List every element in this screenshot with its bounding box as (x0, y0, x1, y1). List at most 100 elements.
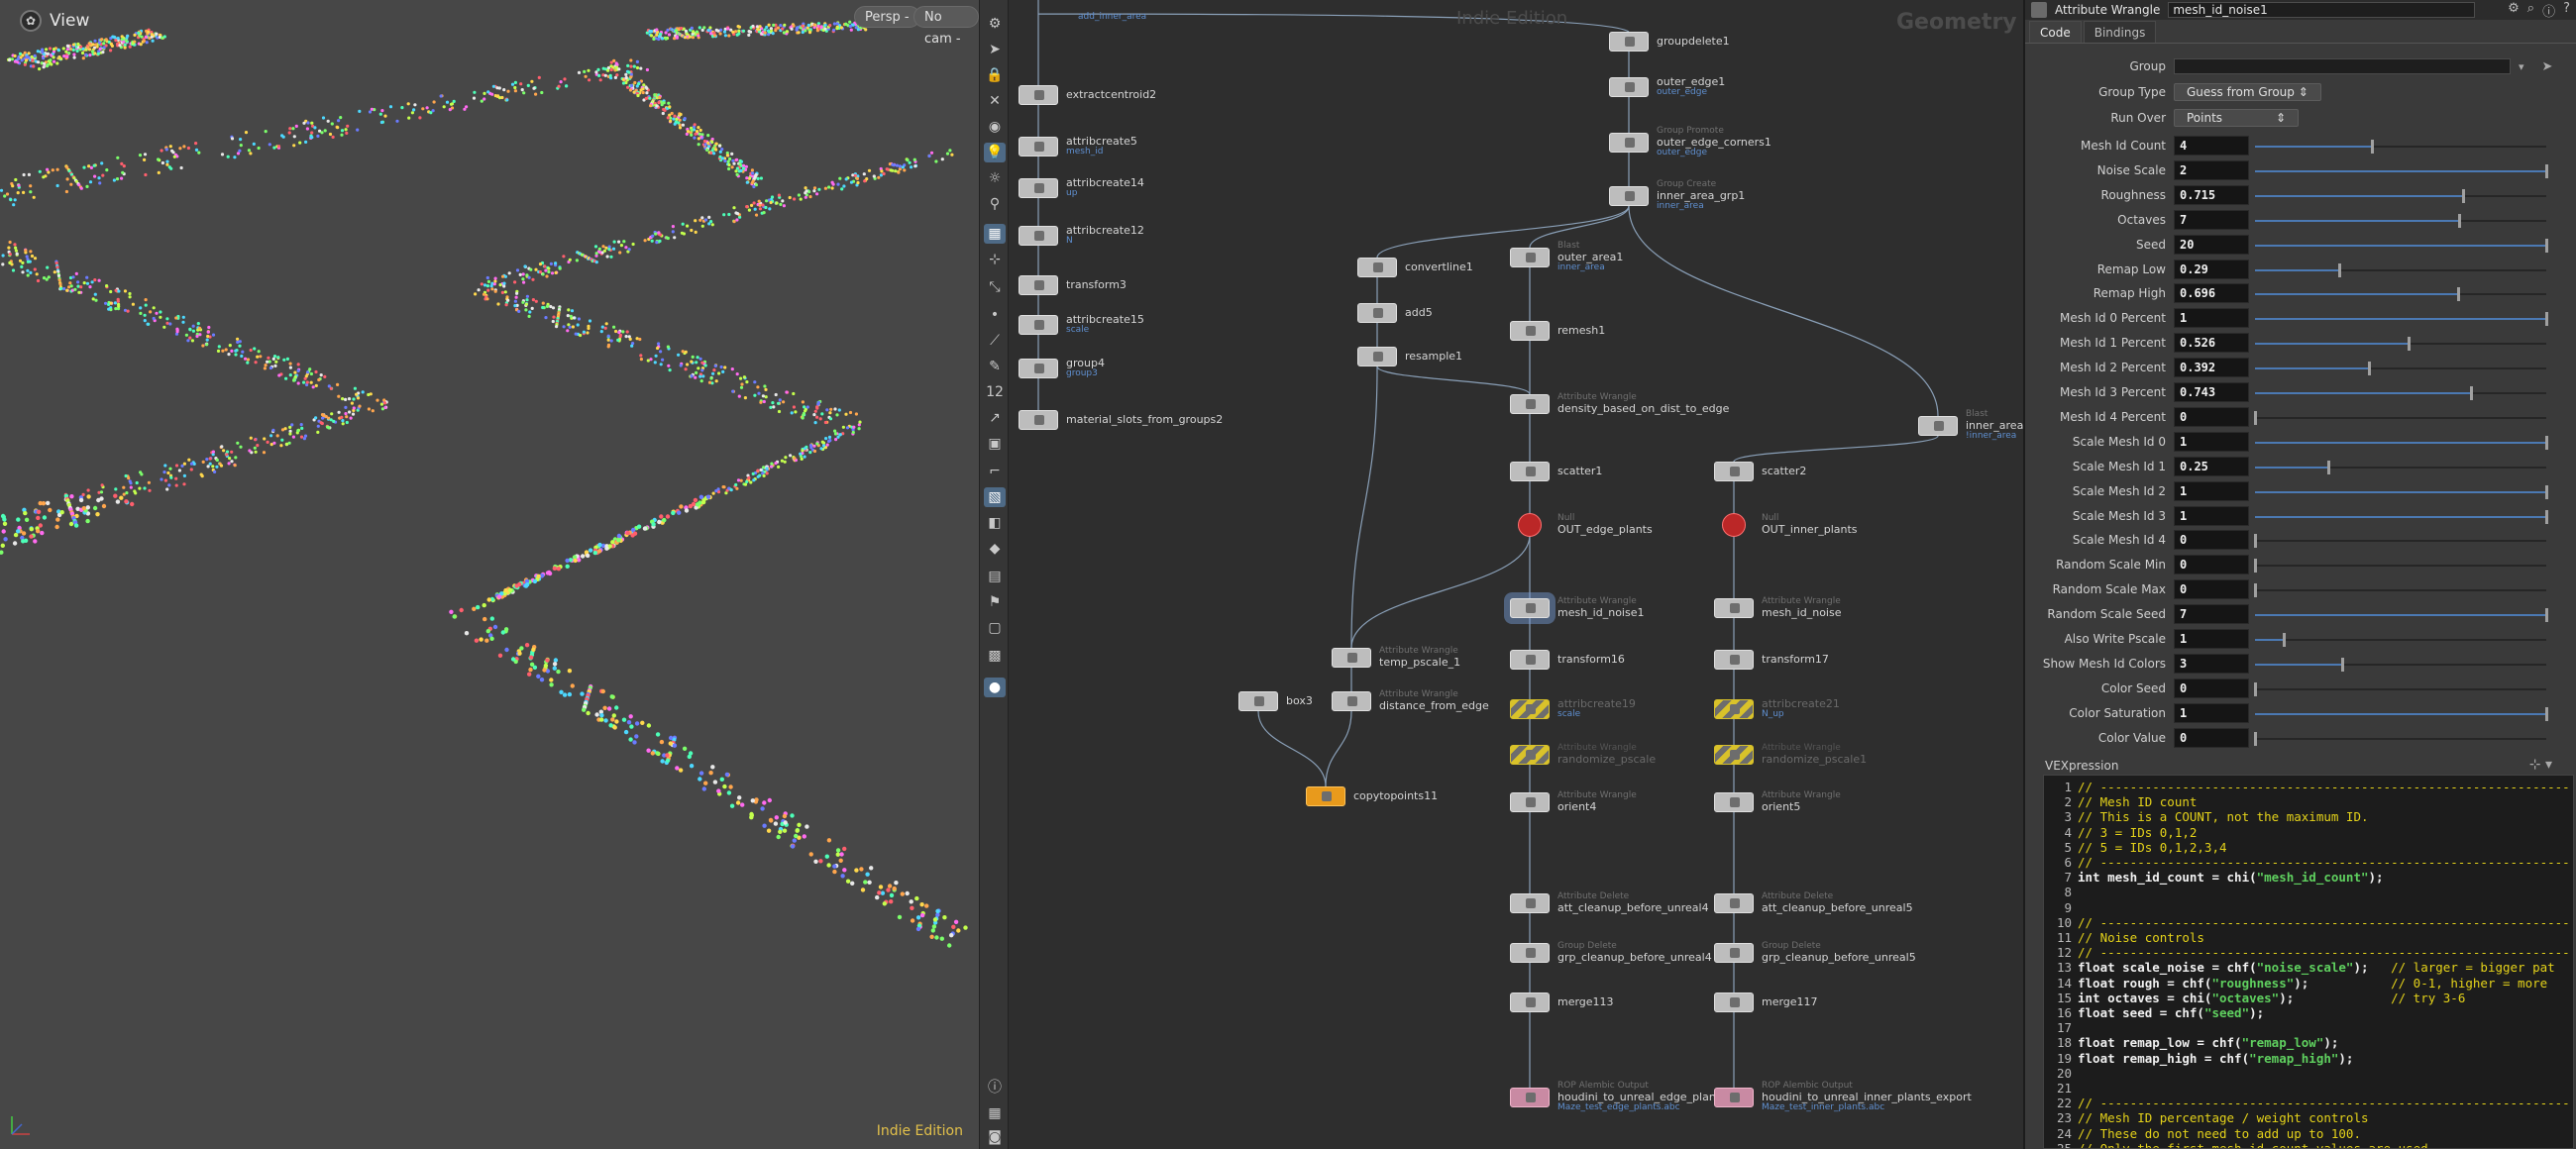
node-tile-icon[interactable] (1019, 315, 1058, 335)
param-slider[interactable] (2255, 432, 2548, 452)
slider-knob[interactable] (2254, 559, 2257, 574)
node-tile-icon[interactable] (1019, 178, 1058, 198)
wireframe-icon[interactable]: ▧ (984, 487, 1006, 507)
network-node-export-inner[interactable]: ROP Alembic Output houdini_to_unreal_inne… (1714, 1081, 1972, 1112)
slider-knob[interactable] (2254, 731, 2257, 746)
slider-knob[interactable] (2370, 140, 2374, 154)
param-slider[interactable] (2255, 185, 2546, 205)
slider-knob[interactable] (2254, 410, 2257, 425)
node-tile-icon[interactable] (1714, 462, 1754, 481)
slider-knob[interactable] (2254, 534, 2257, 549)
network-node-convertline1[interactable]: convertline1 (1357, 258, 1473, 277)
param-value-field[interactable]: 20 (2174, 234, 2249, 255)
network-node-attribcreate19[interactable]: attribcreate19 scale (1510, 697, 1636, 719)
node-tile-icon[interactable] (1510, 462, 1550, 481)
network-node-transform3[interactable]: transform3 (1019, 275, 1127, 295)
pointer-icon[interactable]: ● (984, 678, 1006, 697)
node-tile-icon[interactable] (1510, 943, 1550, 963)
curve-icon[interactable]: ⌐ (984, 462, 1006, 481)
param-slider[interactable] (2255, 358, 2546, 377)
secure-select-icon[interactable]: ✕ (984, 91, 1006, 111)
slider-knob[interactable] (2545, 312, 2548, 327)
param-slider[interactable] (2255, 160, 2548, 180)
param-value-field[interactable]: 7 (2174, 604, 2249, 625)
network-node-top-comment[interactable]: add_inner_area (1070, 8, 1146, 28)
camera-icon[interactable]: ▣ (984, 434, 1006, 454)
network-node-merge113[interactable]: merge113 (1510, 992, 1614, 1012)
network-node-inner-area1[interactable]: Blast inner_area1 !inner_area (1918, 409, 2023, 441)
node-tile-icon[interactable] (1019, 359, 1058, 378)
node-tile-icon[interactable] (1510, 650, 1550, 670)
node-tile-icon[interactable] (1357, 303, 1397, 323)
param-slider[interactable] (2255, 654, 2546, 674)
param-value-field[interactable]: 1 (2174, 505, 2249, 526)
slider-knob[interactable] (2338, 262, 2342, 277)
param-slider[interactable] (2255, 481, 2548, 501)
node-tile-icon[interactable] (1510, 394, 1550, 414)
wire[interactable] (1733, 435, 1939, 463)
node-tile-icon[interactable] (1019, 85, 1058, 105)
lock-icon[interactable]: 🔒 (984, 65, 1006, 85)
help-icon[interactable]: ? (2563, 1, 2570, 20)
network-node-group4[interactable]: group4 group3 (1019, 357, 1105, 378)
node-tile-icon[interactable] (1714, 598, 1754, 618)
slider-knob[interactable] (2407, 337, 2411, 352)
network-node-grp-cleanup4[interactable]: Group Delete grp_cleanup_before_unreal4 (1510, 941, 1712, 964)
param-value-field[interactable]: 0.29 (2174, 259, 2249, 279)
node-tile-icon[interactable] (1332, 691, 1371, 711)
param-slider[interactable] (2255, 136, 2546, 156)
param-value-field[interactable]: 0 (2174, 555, 2249, 575)
param-value-field[interactable]: 0.696 (2174, 283, 2249, 304)
slider-knob[interactable] (2326, 460, 2330, 474)
slider-knob[interactable] (2470, 386, 2474, 400)
param-slider[interactable] (2255, 382, 2546, 402)
network-node-add5[interactable]: add5 (1357, 303, 1433, 323)
param-value-field[interactable]: 0 (2174, 406, 2249, 427)
slider-knob[interactable] (2254, 681, 2257, 696)
slider-knob[interactable] (2545, 435, 2548, 450)
slider-knob[interactable] (2462, 188, 2466, 203)
node-tile-icon[interactable] (1714, 1088, 1754, 1107)
display-options-icon[interactable]: ▤ (984, 567, 1006, 586)
wire[interactable] (1376, 366, 1531, 395)
param-slider[interactable] (2254, 530, 2546, 550)
render-view-icon[interactable]: ▩ (984, 646, 1006, 666)
scene-viewport[interactable]: ✿ View Persp - No cam - Indie Edition (0, 0, 979, 1149)
param-value-field[interactable]: 0.715 (2174, 184, 2249, 205)
network-node-scatter1[interactable]: scatter1 (1510, 462, 1602, 481)
param-value-field[interactable]: 1 (2174, 431, 2249, 452)
slider-knob[interactable] (2457, 213, 2461, 228)
slider-knob[interactable] (2341, 657, 2345, 672)
select-tool-icon[interactable]: ➤ (984, 40, 1006, 59)
slider-knob[interactable] (2283, 633, 2287, 647)
param-value-field[interactable]: 2 (2174, 159, 2249, 180)
snap-icon[interactable]: ⊹ (984, 250, 1006, 269)
param-slider[interactable] (2254, 579, 2546, 599)
param-value-field[interactable]: 7 (2174, 209, 2249, 230)
param-value-field[interactable]: 0.526 (2174, 333, 2249, 354)
param-slider[interactable] (2255, 629, 2546, 649)
node-tile-icon[interactable] (1609, 186, 1649, 206)
node-tile-icon[interactable] (1714, 792, 1754, 812)
network-node-merge117[interactable]: merge117 (1714, 992, 1818, 1012)
brush-icon[interactable]: ✎ (984, 357, 1006, 376)
group-field[interactable] (2174, 58, 2511, 74)
select-arrow-icon[interactable]: ➤ (2542, 59, 2553, 74)
node-tile-icon[interactable] (1510, 745, 1550, 765)
normals-icon[interactable]: ↗ (984, 408, 1006, 428)
node-tile-icon[interactable] (1714, 699, 1754, 719)
slider-knob[interactable] (2545, 163, 2548, 178)
edge-display-icon[interactable]: ⟋ (984, 331, 1006, 351)
param-value-field[interactable]: 1 (2174, 702, 2249, 723)
houdini-logo-icon[interactable]: ✿ (20, 10, 42, 32)
node-tile-icon[interactable] (1918, 416, 1958, 436)
network-editor[interactable]: Indie Edition Geometry add_inner_area ext… (1009, 0, 2025, 1149)
network-node-temp-pscale-1[interactable]: Attribute Wrangle temp_pscale_1 (1332, 646, 1460, 669)
network-node-mesh-id-noise[interactable]: Attribute Wrangle mesh_id_noise (1714, 596, 1841, 619)
network-node-distance-from-edge[interactable]: Attribute Wrangle distance_from_edge (1332, 689, 1489, 712)
network-node-attribcreate15[interactable]: attribcreate15 scale (1019, 313, 1144, 335)
network-node-material-slots[interactable]: material_slots_from_groups2 (1019, 410, 1223, 430)
sphere-icon[interactable]: ◉ (984, 117, 1006, 137)
info-icon[interactable]: ⓘ (984, 1078, 1006, 1097)
wire[interactable] (1257, 710, 1327, 787)
